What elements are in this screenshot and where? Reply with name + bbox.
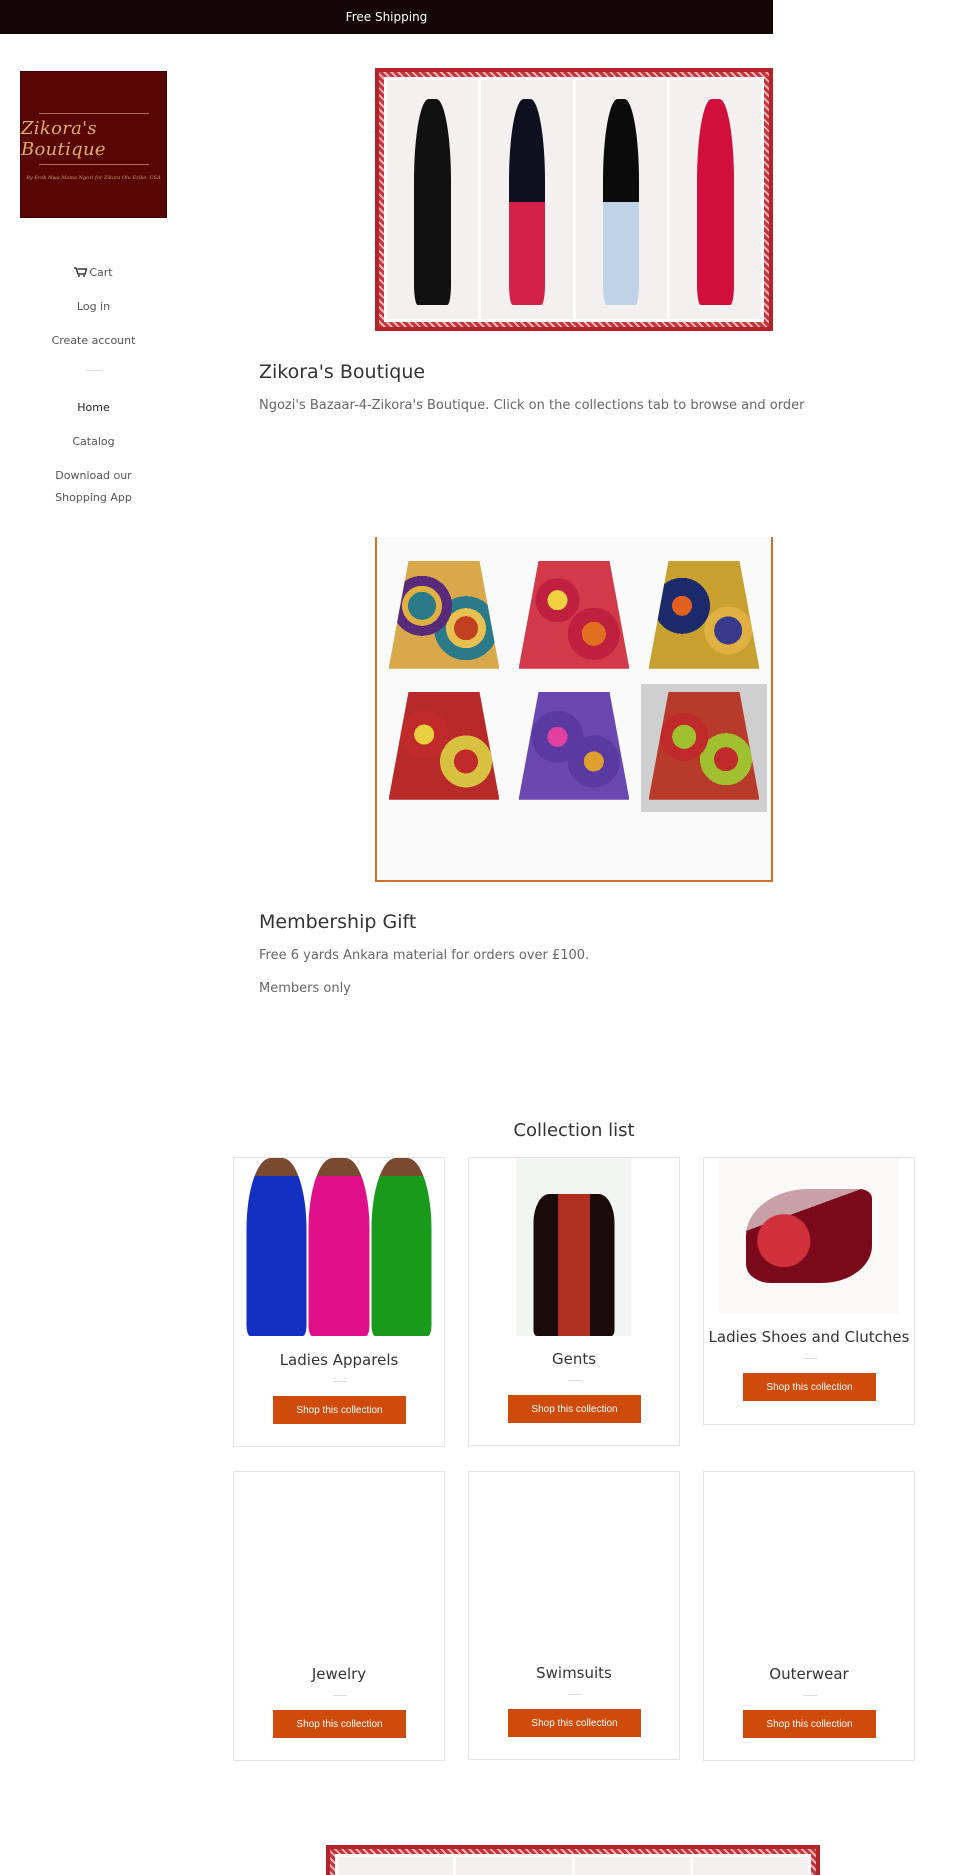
dress-photo [387, 80, 479, 319]
collection-card-jewelry[interactable]: Jewelry Shop this collection [233, 1471, 445, 1761]
collection-card-ladies-apparels[interactable]: Ladies Apparels Shop this collection [233, 1157, 445, 1447]
collection-card-ladies-shoes[interactable]: Ladies Shoes and Clutches Shop this coll… [703, 1157, 915, 1425]
membership-note: Members only [259, 981, 351, 996]
collection-divider [803, 1695, 817, 1696]
dress-photo [574, 1857, 690, 1875]
collection-name: Jewelry [311, 1665, 367, 1683]
login-link[interactable]: Log in [0, 294, 187, 328]
shop-collection-button[interactable]: Shop this collection [743, 1373, 876, 1401]
create-account-link[interactable]: Create account [0, 328, 187, 362]
sidebar-nav: Cart Log in Create account Home Catalog … [0, 260, 187, 509]
dress-photo [692, 1857, 808, 1875]
cart-label: Cart [89, 266, 113, 279]
shop-collection-button[interactable]: Shop this collection [508, 1395, 641, 1423]
collection-card-gents[interactable]: Gents Shop this collection [468, 1157, 680, 1446]
fabric-photo [641, 684, 767, 812]
store-logo[interactable]: Zikora's Boutique By Erok Nwa Mama Ngozi… [20, 71, 167, 218]
collection-card-outerwear[interactable]: Outerwear Shop this collection [703, 1471, 915, 1761]
logo-tagline: By Erok Nwa Mama Ngozi for Zikora Olu Ez… [26, 174, 161, 181]
announcement-bar: Free Shipping [0, 0, 773, 34]
collection-list-title: Collection list [513, 1120, 635, 1141]
collection-name: Outerwear [769, 1665, 849, 1683]
section-title: Zikora's Boutique [259, 361, 426, 383]
collection-card-swimsuits[interactable]: Swimsuits Shop this collection [468, 1471, 680, 1760]
logo-ornament [38, 112, 149, 114]
dress-photo [456, 1857, 572, 1875]
collection-name: Swimsuits [536, 1664, 612, 1682]
shop-collection-button[interactable]: Shop this collection [273, 1396, 406, 1424]
cart-link[interactable]: Cart [0, 260, 187, 294]
nav-download-line2: Shopping App [55, 491, 132, 504]
dress-photo [338, 1857, 454, 1875]
collection-image [516, 1158, 632, 1336]
shop-collection-button[interactable]: Shop this collection [273, 1710, 406, 1738]
fabric-photo [381, 684, 507, 812]
nav-divider [85, 370, 102, 371]
nav-download-line1: Download our [55, 469, 132, 482]
hero-image-dresses [375, 68, 773, 331]
footer-banner-image [326, 1845, 820, 1875]
collection-divider [803, 1358, 817, 1359]
fabric-photo [511, 553, 637, 681]
collection-image [246, 1158, 432, 1336]
cart-icon [74, 267, 88, 277]
collection-name: Ladies Shoes and Clutches [708, 1328, 910, 1346]
fabric-photo [381, 553, 507, 681]
nav-download-app[interactable]: Download our Shopping App [0, 463, 187, 509]
collection-divider [568, 1694, 582, 1695]
dress-photo [575, 80, 667, 319]
collection-name: Gents [551, 1350, 597, 1368]
collection-divider [568, 1380, 582, 1381]
nav-catalog[interactable]: Catalog [0, 429, 187, 463]
collection-image [719, 1158, 899, 1314]
membership-title: Membership Gift [259, 911, 417, 933]
fabric-photo [641, 553, 767, 681]
membership-text: Free 6 yards Ankara material for orders … [259, 948, 590, 963]
section-text: Ngozi's Bazaar-4-Zikora's Boutique. Clic… [259, 398, 805, 413]
fabric-photo [511, 684, 637, 812]
shop-collection-button[interactable]: Shop this collection [508, 1709, 641, 1737]
shop-collection-button[interactable]: Shop this collection [743, 1710, 876, 1738]
nav-home[interactable]: Home [0, 395, 187, 429]
collection-name: Ladies Apparels [279, 1351, 399, 1369]
dress-photo [669, 80, 761, 319]
announcement-text: Free Shipping [345, 10, 428, 24]
collection-divider [333, 1381, 347, 1382]
logo-name: Zikora's Boutique [21, 117, 106, 160]
dress-photo [481, 80, 573, 319]
fabric-image [375, 537, 773, 882]
logo-ornament [38, 163, 149, 165]
collection-divider [333, 1695, 347, 1696]
